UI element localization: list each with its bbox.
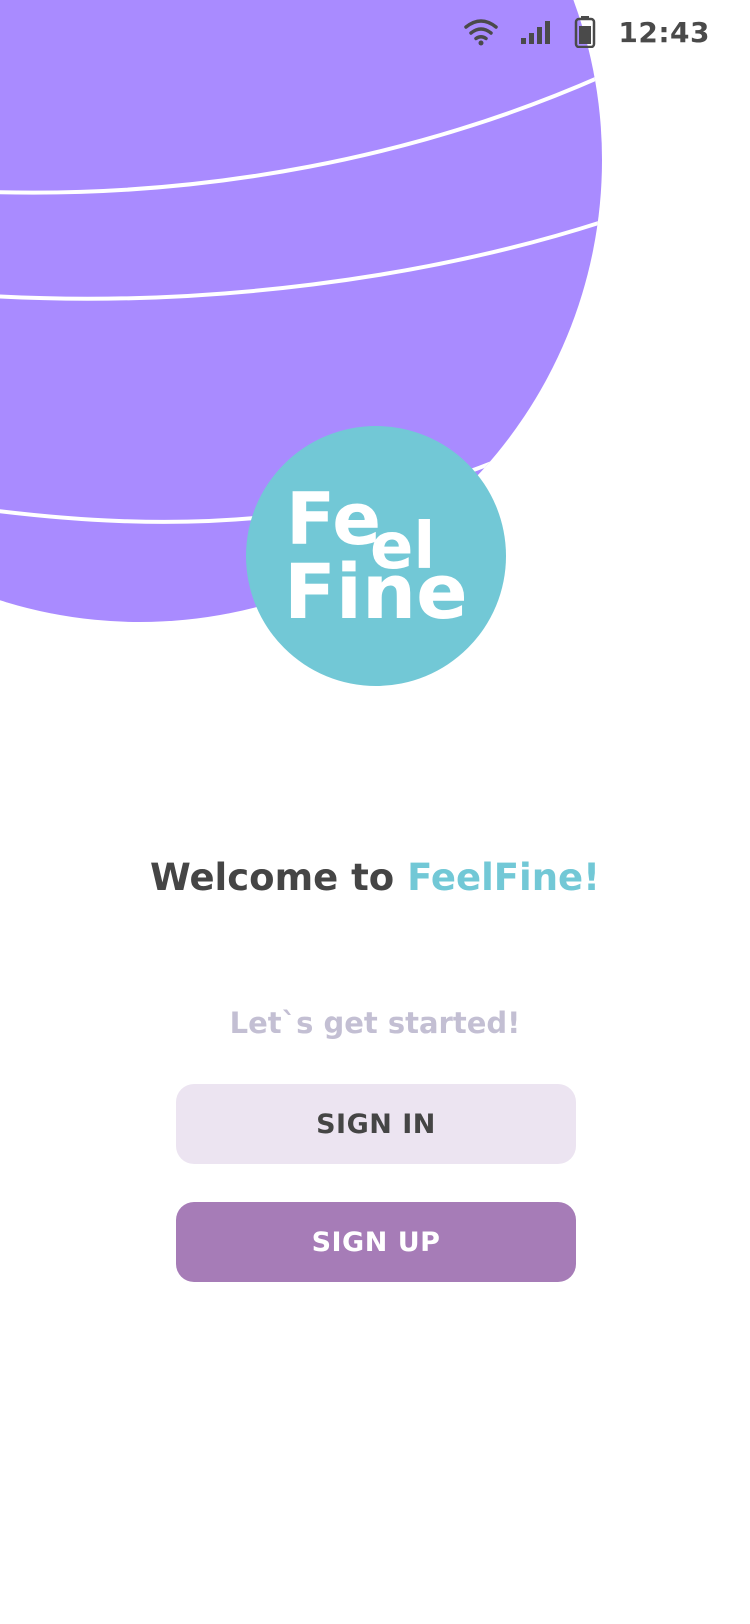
get-started-subtitle: Let`s get started! (229, 1006, 521, 1040)
battery-icon (574, 16, 596, 48)
feelfine-logo: Fe el Fine (246, 426, 506, 686)
status-bar: 12:43 (464, 8, 710, 56)
welcome-brand: FeelFine! (407, 856, 601, 899)
cellular-signal-icon (520, 20, 552, 44)
sign-up-button[interactable]: SIGN UP (176, 1202, 576, 1282)
sign-in-button[interactable]: SIGN IN (176, 1084, 576, 1164)
welcome-heading: Welcome to FeelFine! (0, 856, 750, 899)
wifi-icon (464, 18, 499, 46)
logo-text-fine: Fine (284, 547, 468, 636)
welcome-screen: 12:43 Fe el Fine Welcome to FeelFine! Le… (0, 0, 750, 1624)
welcome-prefix: Welcome to (149, 856, 408, 899)
status-time: 12:43 (618, 15, 710, 49)
